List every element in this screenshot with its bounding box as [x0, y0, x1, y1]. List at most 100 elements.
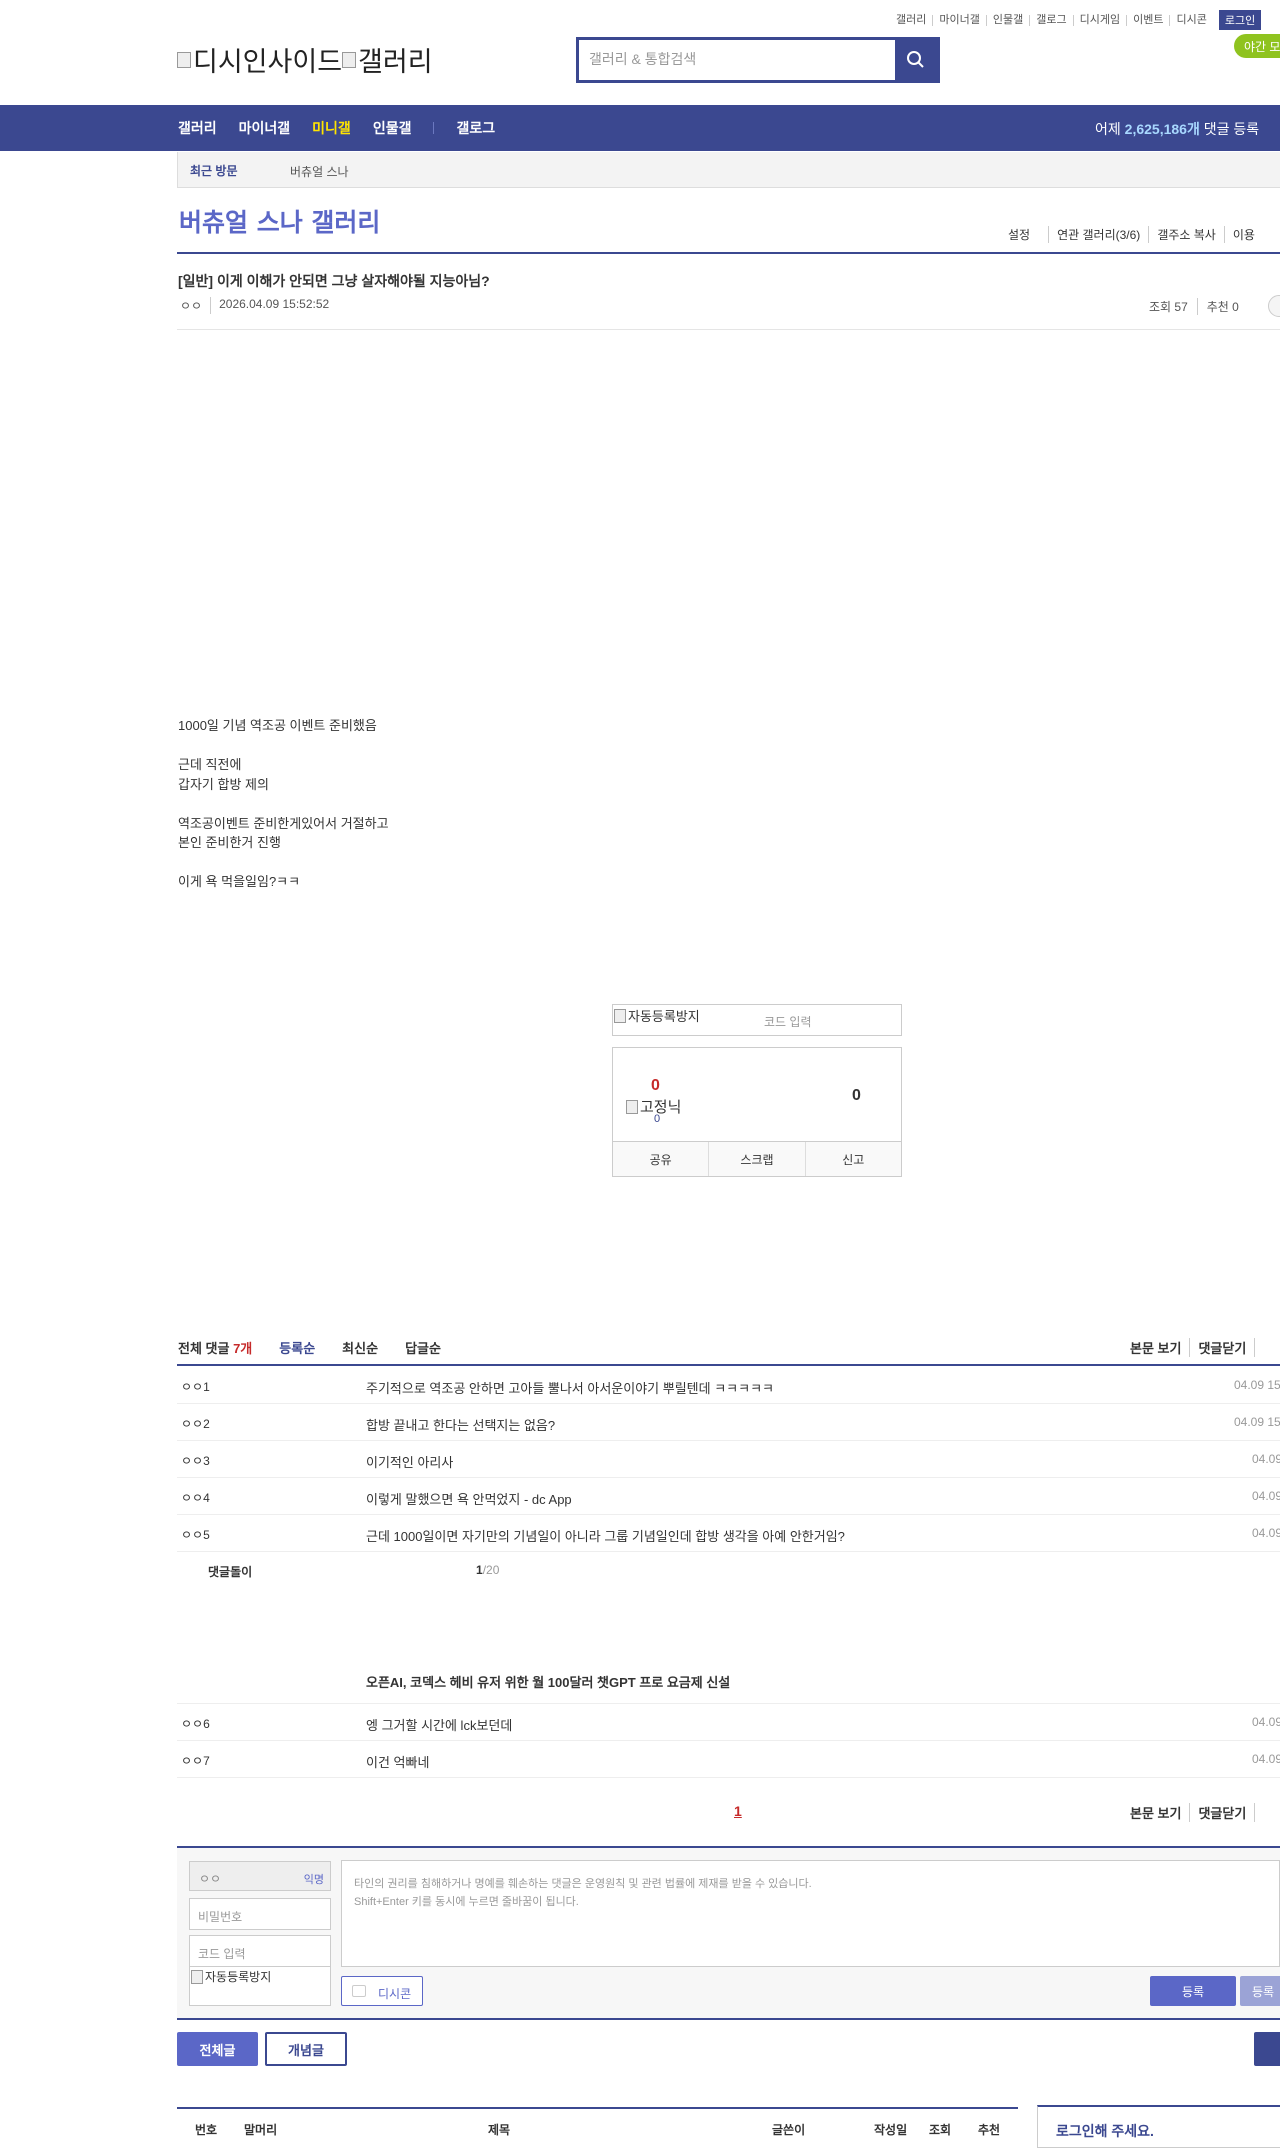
submit-with-recommend-button[interactable]: 등록 — [1240, 1976, 1280, 2006]
top-util-menu: 갤러리 마이너갤 인물갤 갤로그 디시게임 이벤트 디시콘 로그인 — [890, 10, 1262, 30]
captcha-image: 자동등록방지 — [614, 1006, 700, 1025]
comment-nick[interactable]: ㅇㅇ7 — [181, 1752, 210, 1769]
view-body-link[interactable]: 본문 보기 — [1122, 1803, 1189, 1822]
recent-visit-item[interactable]: 버츄얼 스나 — [290, 163, 349, 180]
broken-image-icon — [342, 51, 357, 68]
site-logo[interactable]: 디시인사이드 갤러리 — [177, 40, 433, 79]
nav-person[interactable]: 인물갤 — [373, 118, 412, 138]
yesterday-label: 어제 — [1095, 121, 1121, 137]
broken-image-icon — [177, 51, 191, 68]
util-link-gallog[interactable]: 갤로그 — [1029, 14, 1072, 26]
recent-visit-label[interactable]: 최근 방문 — [190, 162, 238, 179]
captcha-code-input[interactable]: 코드 입력 — [764, 1013, 812, 1030]
code-field[interactable]: 코드 입력 — [189, 1935, 331, 1967]
yesterday-stats: 어제 2,625,186개 댓글 등록 — [1095, 119, 1259, 139]
password-field[interactable]: 비밀번호 — [189, 1898, 331, 1930]
comment-text: 근데 1000일이면 자기만의 기념일이 아니라 그룹 기념일인데 합방 생각을… — [366, 1529, 845, 1544]
write-button[interactable] — [1254, 2032, 1280, 2066]
nav-gallog[interactable]: 갤로그 — [456, 118, 495, 138]
comment-text: 주기적으로 역조공 안하면 고아들 뿔나서 아서운이야기 뿌릴텐데 ㅋㅋㅋㅋㅋ — [366, 1381, 775, 1396]
bot-news-title[interactable]: 오픈AI, 코덱스 헤비 유저 위한 월 100달러 챗GPT 프로 요금제 신… — [366, 1672, 730, 1691]
textarea-placeholder-line2: Shift+Enter 키를 동시에 누르면 줄바꿈이 됩니다. — [354, 1896, 579, 1908]
comment-nick[interactable]: ㅇㅇ6 — [181, 1715, 210, 1732]
share-button[interactable]: 공유 — [613, 1142, 709, 1176]
post-title: [일반] 이게 이해가 안되면 그냥 살자해야될 지능아님? — [178, 273, 490, 289]
bot-page-total: /20 — [482, 1563, 500, 1577]
dccon-button[interactable]: 디시콘 — [341, 1976, 423, 2006]
post-date: 2026.04.09 15:52:52 — [210, 297, 329, 314]
settings-link[interactable]: 설정 — [1008, 226, 1038, 243]
comment-row: ㅇㅇ5 근데 1000일이면 자기만의 기념일이 아니라 그룹 기념일인데 합방… — [177, 1515, 1280, 1552]
scrap-button[interactable]: 스크랩 — [708, 1142, 805, 1176]
comment-nick[interactable]: ㅇㅇ2 — [181, 1415, 210, 1432]
comment-textarea[interactable]: 타인의 권리를 침해하거나 명예를 훼손하는 댓글은 운영원칙 및 관련 법률에… — [341, 1860, 1280, 1967]
night-mode-toggle[interactable]: 야간 모드 — [1234, 34, 1280, 58]
nav-minor[interactable]: 마이너갤 — [239, 118, 291, 138]
form-captcha-alt: 자동등록방지 — [205, 1970, 272, 1984]
comment-text: 이렇게 말했으면 욕 안먹었지 - dc App — [366, 1492, 572, 1507]
post-meta: ㅇㅇ 2026.04.09 15:52:52 — [180, 297, 329, 314]
util-link-minor[interactable]: 마이너갤 — [932, 14, 985, 26]
util-link-person[interactable]: 인물갤 — [985, 14, 1029, 26]
captcha-alt: 자동등록방지 — [628, 1009, 700, 1024]
comment-date: 04.09 15 — [1234, 1378, 1280, 1392]
gallery-title[interactable]: 버츄얼 스나 갤러리 — [179, 203, 380, 239]
recommend-down-count[interactable]: 0 — [852, 1087, 861, 1105]
code-placeholder: 코드 입력 — [198, 1947, 246, 1961]
post-body-line: 역조공이벤트 준비한게있어서 거절하고 — [178, 815, 389, 831]
broken-image-icon — [626, 1099, 638, 1114]
comment-nick[interactable]: ㅇㅇ5 — [181, 1526, 210, 1543]
post-author[interactable]: ㅇㅇ — [180, 297, 202, 314]
comment-date: 04.09 15 — [1234, 1415, 1280, 1429]
post-action-buttons: 공유 스크랩 신고 — [612, 1141, 902, 1177]
related-gallery-link[interactable]: 연관 갤러리(3/6) — [1048, 226, 1148, 243]
sort-replies[interactable]: 답글순 — [405, 1338, 441, 1357]
close-comments-link[interactable]: 댓글닫기 — [1189, 1803, 1254, 1822]
post-body-line — [178, 853, 389, 873]
comment-nick[interactable]: ㅇㅇ1 — [181, 1378, 210, 1395]
col-views: 조회 — [929, 2123, 952, 2137]
comment-text: 합방 끝내고 한다는 선택지는 없음? — [366, 1418, 556, 1433]
post-header-divider — [177, 329, 1280, 330]
post-recommend-count: 추천 0 — [1196, 298, 1248, 315]
comment-page-current[interactable]: 1 — [734, 1803, 742, 1819]
search-button[interactable] — [895, 40, 937, 80]
util-link-game[interactable]: 디시게임 — [1072, 14, 1126, 26]
refresh-link[interactable] — [1254, 1338, 1271, 1357]
search-input[interactable] — [579, 40, 889, 78]
comment-form-bottom-border — [177, 2018, 1280, 2020]
concept-posts-tab[interactable]: 개념글 — [265, 2032, 347, 2066]
nav-gallery[interactable]: 갤러리 — [178, 118, 217, 138]
all-posts-tab[interactable]: 전체글 — [177, 2032, 258, 2066]
comment-nick[interactable]: ㅇㅇ4 — [181, 1489, 210, 1506]
close-comments-link[interactable]: 댓글닫기 — [1189, 1338, 1254, 1357]
report-button[interactable]: 신고 — [804, 1142, 901, 1176]
sort-registered[interactable]: 등록순 — [279, 1338, 315, 1357]
util-link-event[interactable]: 이벤트 — [1126, 14, 1169, 26]
fixed-nick-alt: 고정닉 — [640, 1099, 682, 1116]
broken-image-icon — [191, 1969, 203, 1984]
login-button[interactable]: 로그인 — [1218, 10, 1262, 30]
comment-header: 전체 댓글 7개 등록순 최신순 답글순 — [178, 1338, 441, 1357]
comment-jump-button[interactable] — [1268, 295, 1280, 317]
form-captcha: 자동등록방지 — [189, 1966, 331, 2006]
yesterday-suffix: 댓글 등록 — [1203, 121, 1260, 137]
view-body-link[interactable]: 본문 보기 — [1122, 1338, 1189, 1357]
login-panel: 로그인해 주세요. — [1037, 2105, 1280, 2148]
usage-link[interactable]: 이용 — [1223, 226, 1263, 243]
title-divider — [177, 252, 1280, 254]
copy-address-link[interactable]: 갤주소 복사 — [1148, 226, 1224, 243]
comment-nick[interactable]: ㅇㅇ3 — [181, 1452, 210, 1469]
comment-header-links: 본문 보기 댓글닫기 — [1122, 1338, 1271, 1357]
login-prompt[interactable]: 로그인해 주세요. — [1056, 2121, 1154, 2141]
util-link-gallery[interactable]: 갤러리 — [890, 14, 932, 26]
sort-latest[interactable]: 최신순 — [342, 1338, 378, 1357]
nav-mini[interactable]: 미니갤 — [312, 118, 351, 138]
util-link-dccon[interactable]: 디시콘 — [1169, 14, 1212, 26]
refresh-link[interactable] — [1254, 1803, 1271, 1822]
post-stats: 조회 57 추천 0 — [1140, 298, 1248, 315]
comment-footer-links: 본문 보기 댓글닫기 — [1122, 1803, 1271, 1822]
nav-divider — [433, 122, 435, 134]
textarea-placeholder-line1: 타인의 권리를 침해하거나 명예를 훼손하는 댓글은 운영원칙 및 관련 법률에… — [354, 1878, 812, 1890]
submit-button[interactable]: 등록 — [1150, 1976, 1236, 2006]
